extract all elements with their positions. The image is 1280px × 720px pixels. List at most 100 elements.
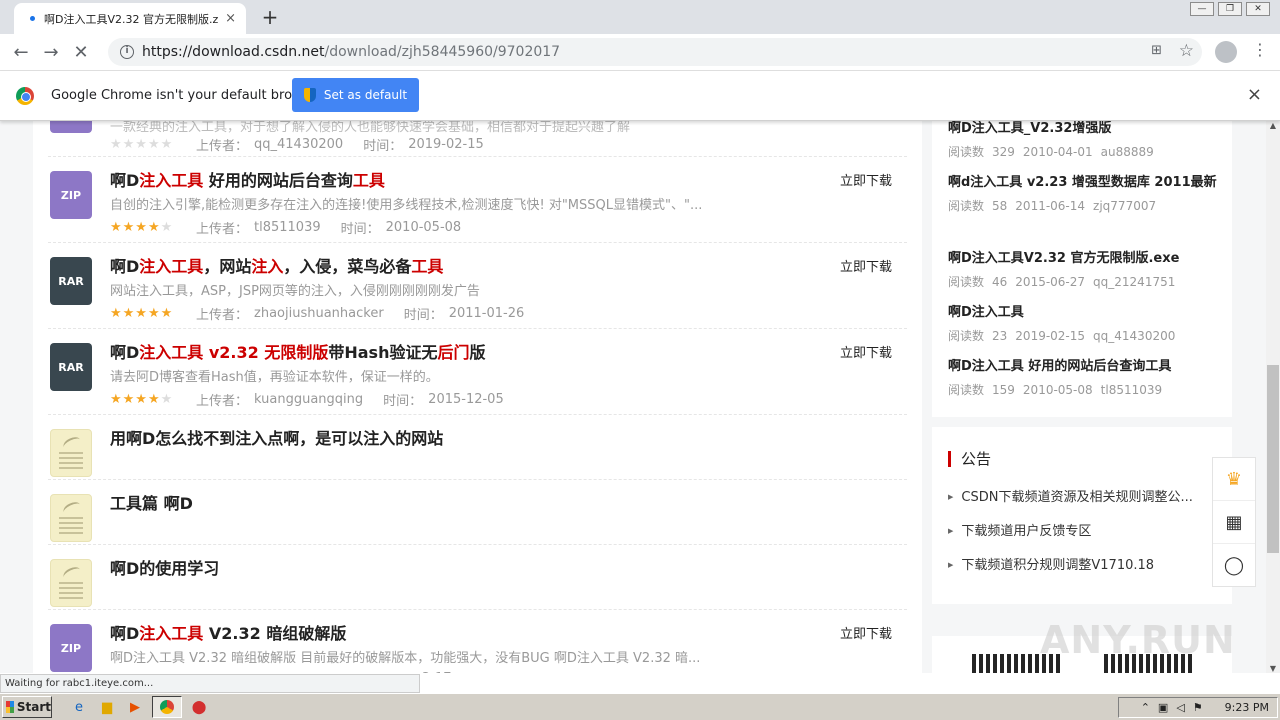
download-link[interactable]: 立即下载	[840, 342, 892, 361]
notice-link[interactable]: 下载频道用户反馈专区	[948, 520, 1210, 539]
item-title[interactable]: 啊D注入工具 v2.32 无限制版带Hash验证无后门版	[110, 339, 486, 363]
chrome-taskbar-icon[interactable]	[152, 696, 182, 718]
list-item: 啊D的使用学习	[48, 545, 907, 610]
notice-link[interactable]: 下载频道积分规则调整V1710.18	[948, 554, 1210, 573]
item-title[interactable]: 啊D的使用学习	[110, 555, 219, 579]
set-as-default-button[interactable]: Set as default	[292, 78, 419, 112]
notice-link[interactable]: CSDN下载频道资源及相关规则调整公...	[948, 486, 1210, 505]
item-meta: ★★★★★ 上传者： tl8511039 时间： 2010-05-08	[110, 218, 481, 237]
related-downloads-box: 啊D注入工具_V2.32增强版 阅读数 329 2010-04-01 au88889 …	[932, 121, 1232, 417]
customer-service-icon[interactable]: ◯	[1213, 544, 1255, 587]
browser-tab[interactable]: 啊D注入工具V2.32 官方无限制版.zip ×	[14, 3, 246, 34]
profile-avatar-icon[interactable]	[1215, 41, 1237, 63]
uploader-name[interactable]: qq_41430200	[254, 137, 343, 152]
related-title[interactable]: 啊d注入工具 v2.23 增强型数据库 2011最新	[948, 172, 1228, 194]
upload-time: 2019-02-15	[408, 137, 484, 152]
qr-code-button-icon[interactable]: ▦	[1213, 501, 1255, 544]
related-title[interactable]: 啊D注入工具 好用的网站后台查询工具	[948, 356, 1228, 378]
windows-logo-icon	[6, 701, 14, 713]
clock[interactable]: 9:23 PM	[1225, 701, 1269, 714]
uac-shield-icon	[303, 88, 316, 102]
zip-file-icon: ZIP	[50, 624, 92, 672]
related-meta: 阅读数 46 2015-06-27 qq_21241751	[948, 275, 1176, 289]
list-item: 用啊D怎么找不到注入点啊，是可以注入的网站	[48, 415, 907, 480]
start-button[interactable]: Start	[2, 696, 52, 718]
related-meta: 阅读数 23 2019-02-15 qq_41430200	[948, 329, 1176, 343]
rating-stars: ★★★★★	[110, 392, 174, 407]
close-window-button[interactable]: ✕	[1246, 2, 1270, 16]
upload-time: 2-17	[422, 671, 452, 673]
restore-button[interactable]: ❐	[1218, 2, 1242, 16]
page-viewport: 一款经典的注入工具，对于想了解入侵的人也能够快速学会基础，相信都对于提起兴趣了解…	[0, 121, 1266, 673]
rar-file-icon: RAR	[50, 343, 92, 391]
flag-icon[interactable]: ⚑	[1193, 701, 1203, 714]
folder-icon[interactable]: ▆	[96, 696, 118, 718]
vip-crown-icon[interactable]: ♛	[1213, 458, 1255, 501]
upload-time: 2011-01-26	[448, 306, 525, 321]
related-item[interactable]: 啊D注入工具_V2.32增强版 阅读数 329 2010-04-01 au88889	[948, 121, 1228, 160]
item-desc: 请去阿D博客查看Hash值，再验证本软件，保证一样的。	[110, 370, 439, 385]
forward-arrow-icon[interactable]: →	[36, 42, 66, 63]
infobar-close-icon[interactable]: ×	[1247, 84, 1262, 105]
ie-icon[interactable]: e	[68, 696, 90, 718]
time-label: 时间：	[340, 222, 380, 237]
address-bar[interactable]: i https://download.csdn.net/download/zjh…	[108, 38, 1202, 66]
document-icon	[50, 429, 92, 477]
list-item: 一款经典的注入工具，对于想了解入侵的人也能够快速学会基础，相信都对于提起兴趣了解…	[48, 121, 907, 157]
tab-title: 啊D注入工具V2.32 官方无限制版.zip	[44, 12, 220, 26]
translate-icon[interactable]: ⊞	[1151, 43, 1162, 58]
item-title[interactable]: 啊D注入工具 好用的网站后台查询工具	[110, 167, 385, 191]
related-title[interactable]: 啊D注入工具_V2.32增强版	[948, 121, 1228, 140]
related-resources-list: 一款经典的注入工具，对于想了解入侵的人也能够快速学会基础，相信都对于提起兴趣了解…	[33, 121, 922, 673]
item-title[interactable]: 工具篇 啊D	[110, 490, 193, 514]
infobar-message: Google Chrome isn't your default browser	[51, 88, 323, 103]
new-tab-button[interactable]: +	[259, 5, 281, 29]
site-info-icon[interactable]: i	[120, 45, 134, 59]
list-item: ZIP 啊D注入工具 V2.32 暗组破解版 啊D注入工具 V2.32 暗组破解…	[48, 610, 907, 673]
item-meta: 2-17	[110, 671, 452, 673]
browser-toolbar: ← → ✕ i https://download.csdn.net/downlo…	[0, 34, 1280, 71]
item-title[interactable]: 用啊D怎么找不到注入点啊，是可以注入的网站	[110, 425, 443, 449]
page-scrollbar[interactable]: ▲ ▼	[1266, 121, 1280, 673]
tab-favicon-icon	[30, 16, 35, 21]
related-item[interactable]: 啊D注入工具 好用的网站后台查询工具 阅读数 159 2010-05-08 tl851…	[948, 356, 1228, 398]
item-title[interactable]: 啊D注入工具，网站注入，入侵，菜鸟必备工具	[110, 253, 443, 277]
download-link[interactable]: 立即下载	[840, 170, 892, 189]
related-title[interactable]: 啊D注入工具	[948, 302, 1228, 324]
tab-close-icon[interactable]: ×	[225, 11, 236, 26]
chrome-menu-icon[interactable]: ⋮	[1252, 40, 1268, 59]
related-item[interactable]: 啊D注入工具 阅读数 23 2019-02-15 qq_41430200	[948, 302, 1228, 344]
uploader-name[interactable]: tl8511039	[254, 220, 321, 235]
download-link[interactable]: 立即下载	[840, 623, 892, 642]
scroll-down-icon[interactable]: ▼	[1266, 664, 1280, 673]
list-item: ZIP 啊D注入工具 好用的网站后台查询工具 自创的注入引擎,能检测更多存在注入…	[48, 157, 907, 243]
related-title[interactable]: 啊D注入工具V2.32 官方无限制版.exe	[948, 248, 1228, 270]
network-icon[interactable]: ▣	[1158, 701, 1168, 714]
download-link[interactable]: 立即下载	[840, 256, 892, 275]
scroll-up-icon[interactable]: ▲	[1266, 121, 1280, 130]
stop-icon[interactable]: ✕	[66, 42, 96, 63]
floating-toolbar: ♛ ▦ ◯	[1212, 457, 1256, 587]
uploader-name[interactable]: zhaojiushuanhacker	[254, 306, 384, 321]
minimize-button[interactable]: —	[1190, 2, 1214, 16]
related-item[interactable]: 啊d注入工具 v2.23 增强型数据库 2011最新 阅读数 58 2011-06-…	[948, 172, 1228, 214]
windows-taskbar: Start e ▆ ▶ ⬤ ⌃ ▣ ◁ ⚑ 9:23 PM	[0, 693, 1280, 720]
media-player-icon[interactable]: ▶	[124, 696, 146, 718]
rar-file-icon: RAR	[50, 257, 92, 305]
scroll-thumb[interactable]	[1267, 365, 1279, 553]
related-meta: 阅读数 329 2010-04-01 au88889	[948, 145, 1154, 159]
uploader-name[interactable]: kuangguangqing	[254, 392, 363, 407]
notice-heading: 公告	[948, 451, 991, 467]
list-item: 工具篇 啊D	[48, 480, 907, 545]
bookmark-star-icon[interactable]: ☆	[1179, 41, 1194, 61]
notice-box: 公告 CSDN下载频道资源及相关规则调整公... 下载频道用户反馈专区 下载频道…	[932, 427, 1232, 604]
stop-sign-icon[interactable]: ⬤	[188, 696, 210, 718]
url-path: /download/zjh58445960/9702017	[324, 44, 561, 60]
rating-stars: ★★★★★	[110, 137, 174, 152]
related-meta: 阅读数 159 2010-05-08 tl8511039	[948, 383, 1163, 397]
volume-icon[interactable]: ◁	[1176, 701, 1184, 714]
related-item[interactable]: 啊D注入工具V2.32 官方无限制版.exe 阅读数 46 2015-06-27 qq…	[948, 248, 1228, 290]
tray-arrow-icon[interactable]: ⌃	[1141, 701, 1150, 714]
back-arrow-icon[interactable]: ←	[6, 42, 36, 63]
item-title[interactable]: 啊D注入工具 V2.32 暗组破解版	[110, 620, 346, 644]
